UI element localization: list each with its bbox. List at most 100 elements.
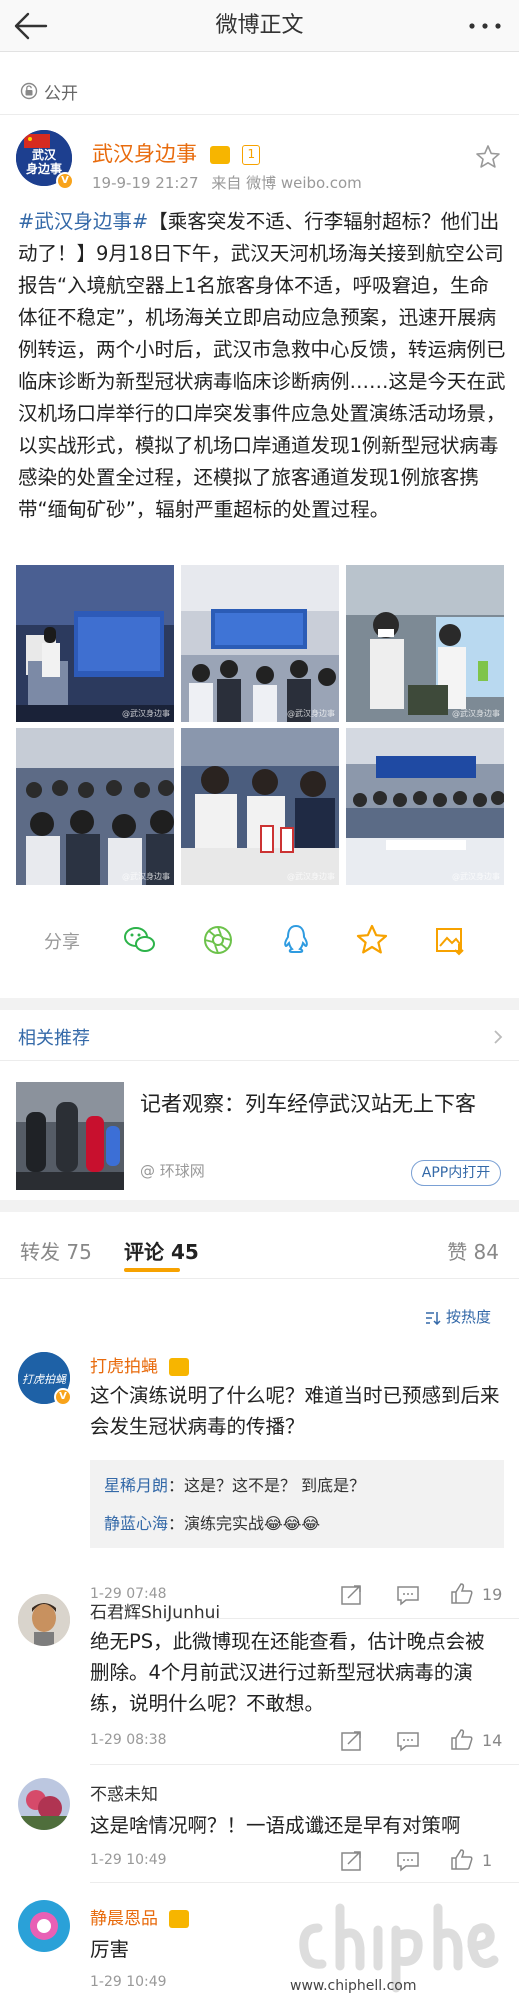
tab-comments[interactable]: 评论 45 bbox=[124, 1236, 199, 1265]
photo-officials-table bbox=[181, 728, 339, 885]
comment-icon[interactable] bbox=[396, 1730, 420, 1752]
comment-time: 1-29 08:38 bbox=[90, 1732, 167, 1748]
share-label: 分享 bbox=[44, 932, 80, 953]
post-photo[interactable]: @武汉身边事 bbox=[346, 565, 504, 722]
photo-grid: @武汉身边事 @武汉身边事 @武汉身边事 @武汉身边事 @武汉身边事 @武汉身边… bbox=[16, 565, 504, 885]
svg-text:打虎拍蝇: 打虎拍蝇 bbox=[22, 1373, 67, 1386]
like-icon[interactable] bbox=[450, 1728, 474, 1750]
favorite-star-icon[interactable] bbox=[475, 144, 501, 170]
divider bbox=[0, 1278, 519, 1279]
commenter-name[interactable]: 不惑未知 bbox=[90, 1780, 158, 1805]
reply-box[interactable]: 星稀月朗：这是？这不是？ 到底是？ 静蓝心海：演练完实战😂😂😂 bbox=[90, 1460, 504, 1548]
photo-watermark: @武汉身边事 bbox=[287, 709, 335, 718]
post-photo[interactable]: @武汉身边事 bbox=[16, 565, 174, 722]
post-body: #武汉身边事#【乘客突发不适、行李辐射超标？他们出动了！】9月18日下午，武汉天… bbox=[18, 206, 506, 526]
post-source: 来自 微博 weibo.com bbox=[211, 174, 362, 192]
nav-bar: 微博正文 bbox=[0, 0, 519, 52]
repost-icon[interactable] bbox=[340, 1730, 364, 1752]
photo-officers-masks bbox=[346, 565, 504, 722]
repost-icon[interactable] bbox=[340, 1850, 364, 1872]
comment-text: 这是啥情况啊？！一语成谶还是早有对策啊 bbox=[90, 1814, 461, 1837]
related-thumbnail bbox=[16, 1082, 124, 1190]
back-arrow-icon[interactable] bbox=[10, 10, 50, 42]
tab-likes[interactable]: 赞 84 bbox=[447, 1236, 499, 1265]
author-name-row: 武汉身边事 1 bbox=[92, 138, 261, 168]
chevron-right-icon[interactable] bbox=[491, 1028, 505, 1046]
reply-item: 静蓝心海：演练完实战😂😂😂 bbox=[104, 1514, 321, 1533]
like-icon[interactable] bbox=[450, 1848, 474, 1870]
photo-watermark: @武汉身边事 bbox=[287, 872, 335, 881]
photo-watermark: @武汉身边事 bbox=[122, 872, 170, 881]
crown-icon bbox=[169, 1358, 190, 1376]
post-photo[interactable]: @武汉身边事 bbox=[16, 728, 174, 885]
post-meta: 19-9-19 21:27 来自 微博 weibo.com bbox=[92, 172, 370, 193]
like-icon[interactable] bbox=[450, 1582, 474, 1604]
favorite-star-icon[interactable] bbox=[354, 922, 390, 958]
comment-text: 绝无PS，此微博现在还能查看，估计晚点会被删除。4个月前武汉进行过新型冠状病毒的… bbox=[90, 1630, 485, 1715]
photo-watermark: @武汉身边事 bbox=[122, 709, 170, 718]
commenter-name[interactable]: 石君辉ShiJunhui bbox=[90, 1598, 220, 1623]
post-photo[interactable]: @武汉身边事 bbox=[181, 728, 339, 885]
wechat-icon[interactable] bbox=[122, 922, 158, 958]
like-count: 14 bbox=[482, 1731, 503, 1750]
comment-icon[interactable] bbox=[396, 1850, 420, 1872]
open-in-app-button[interactable]: APP内打开 bbox=[411, 1160, 501, 1186]
section-gap bbox=[0, 998, 519, 1010]
comment-icon[interactable] bbox=[396, 1584, 420, 1606]
post-text: 【乘客突发不适、行李辐射超标？他们出动了！】9月18日下午，武汉天河机场海关接到… bbox=[18, 210, 506, 521]
commenter-avatar[interactable] bbox=[18, 1778, 70, 1830]
divider bbox=[0, 114, 519, 115]
hashtag-link[interactable]: #武汉身边事# bbox=[18, 210, 148, 233]
more-icon[interactable] bbox=[465, 14, 505, 38]
crown-icon bbox=[209, 146, 230, 164]
visibility-indicator: 公开 bbox=[0, 76, 78, 106]
comment-time: 1-29 10:49 bbox=[90, 1852, 167, 1868]
commenter-name[interactable]: 静晨恩品 bbox=[90, 1904, 190, 1929]
related-title: 相关推荐 bbox=[18, 1028, 90, 1049]
page-title: 微博正文 bbox=[215, 13, 304, 38]
public-lock-icon bbox=[20, 82, 38, 100]
commenter-avatar[interactable] bbox=[18, 1594, 70, 1646]
photo-watermark: @武汉身边事 bbox=[452, 872, 500, 881]
tab-reposts[interactable]: 转发 75 bbox=[20, 1236, 92, 1265]
like-count: 1 bbox=[482, 1851, 493, 1870]
share-row: 分享 bbox=[0, 914, 519, 966]
like-count: 19 bbox=[482, 1585, 503, 1604]
interaction-tabs: 转发 75 评论 45 赞 84 bbox=[0, 1224, 519, 1280]
divider bbox=[0, 1060, 519, 1061]
post-photo[interactable]: @武汉身边事 bbox=[181, 565, 339, 722]
verified-badge-icon: V bbox=[56, 172, 74, 190]
photo-lectern-stage bbox=[16, 565, 174, 722]
comment-text: 这个演练说明了什么呢？难道当时已预感到后来会发生冠状病毒的传播？ bbox=[90, 1384, 500, 1438]
save-image-icon[interactable] bbox=[432, 922, 468, 958]
crown-icon bbox=[169, 1910, 190, 1928]
visibility-label: 公开 bbox=[44, 83, 78, 104]
post-photo[interactable]: @武汉身边事 bbox=[346, 728, 504, 885]
divider bbox=[90, 1882, 519, 1883]
comment-time: 1-29 10:49 bbox=[90, 1974, 167, 1990]
divider bbox=[90, 1764, 519, 1765]
related-source: @ 环球网 bbox=[140, 1162, 205, 1180]
author-name[interactable]: 武汉身边事 bbox=[92, 142, 197, 166]
commenter-avatar[interactable] bbox=[18, 1900, 70, 1952]
comment-text: 厉害 bbox=[90, 1938, 130, 1961]
commenter-name[interactable]: 打虎拍蝇 bbox=[90, 1352, 190, 1377]
post-time: 19-9-19 21:27 bbox=[92, 174, 199, 192]
section-gap bbox=[0, 1200, 519, 1212]
tab-active-underline bbox=[124, 1268, 180, 1272]
repost-icon[interactable] bbox=[340, 1584, 364, 1606]
moments-icon[interactable] bbox=[200, 922, 236, 958]
related-card-title: 记者观察：列车经停武汉站无上下客 bbox=[140, 1092, 476, 1116]
sort-by-hot-button[interactable]: 按热度 bbox=[425, 1306, 491, 1327]
reply-item: 星稀月朗：这是？这不是？ 到底是？ bbox=[104, 1476, 366, 1495]
photo-audience bbox=[16, 728, 174, 885]
qq-icon[interactable] bbox=[278, 922, 314, 958]
vip-level-badge: 1 bbox=[242, 145, 261, 165]
related-card[interactable]: 记者观察：列车经停武汉站无上下客 @ 环球网 APP内打开 bbox=[0, 1064, 519, 1194]
site-watermark-url: www.chiphell.com bbox=[290, 1978, 417, 1994]
photo-meeting-hall bbox=[181, 565, 339, 722]
sort-label: 按热度 bbox=[445, 1308, 491, 1326]
photo-hall-wide bbox=[346, 728, 504, 885]
sort-icon bbox=[426, 1311, 441, 1325]
photo-watermark: @武汉身边事 bbox=[452, 709, 500, 718]
